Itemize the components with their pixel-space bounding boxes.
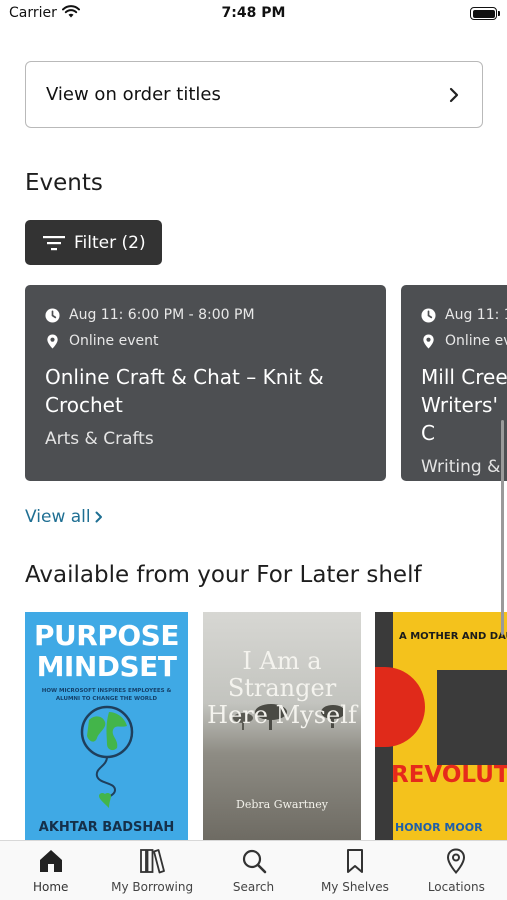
event-card[interactable]: Aug 11: 6:00 PM - 8:00 PM Online event O…	[25, 285, 386, 481]
event-category: Writing &	[421, 457, 501, 477]
book-cover-our-revolution[interactable]: A MOTHER AND DAUG AT MIDCENTURY REVOLUTI…	[375, 612, 507, 840]
location-pin-icon	[447, 848, 466, 874]
location-pin-icon	[423, 333, 434, 349]
book-author: AKHTAR BADSHAH	[38, 820, 175, 835]
filter-label: Filter (2)	[74, 232, 146, 253]
view-all-events-link[interactable]: View all	[25, 507, 103, 527]
book-subtitle: HOW MICROSOFT INSPIRES EMPLOYEES & ALUMN…	[41, 688, 172, 702]
status-time: 7:48 PM	[221, 5, 286, 21]
tab-label: Locations	[427, 880, 485, 894]
view-on-order-label: View on order titles	[46, 84, 221, 105]
globe-illustration-icon	[80, 705, 134, 808]
location-pin-icon	[47, 333, 58, 349]
event-time: Aug 11: 1	[445, 307, 507, 323]
event-time-row: Aug 11: 6:00 PM - 8:00 PM	[45, 305, 366, 325]
clock-icon	[421, 307, 436, 323]
book-cover-purpose-mindset[interactable]: PURPOSE MINDSET HOW MICROSOFT INSPIRES E…	[25, 612, 188, 840]
event-location-row: Online event	[45, 331, 366, 351]
event-title: Mill Cree Writers' C	[421, 365, 507, 445]
filter-icon	[43, 235, 65, 250]
tab-home[interactable]: Home	[0, 841, 101, 900]
event-category: Arts & Crafts	[45, 429, 154, 449]
book-author: Debra Gwartney	[236, 798, 328, 811]
red-shape	[375, 667, 425, 747]
events-heading: Events	[25, 170, 103, 196]
tab-label: Home	[32, 880, 69, 894]
tab-label: Search	[232, 880, 275, 894]
event-location: Online ev	[445, 333, 507, 349]
book-title: I Am a Stranger Here Myself	[207, 647, 357, 729]
filter-button[interactable]: Filter (2)	[25, 220, 162, 265]
search-icon	[242, 849, 266, 874]
event-card[interactable]: Aug 11: 1 Online ev Mill Cree Writers' C…	[401, 285, 507, 481]
book-tagline: A MOTHER AND DAUG AT MIDCENTURY	[399, 631, 507, 642]
tab-my-shelves[interactable]: My Shelves	[304, 841, 405, 900]
books-icon	[140, 849, 166, 874]
events-carousel[interactable]: Aug 11: 6:00 PM - 8:00 PM Online event O…	[25, 285, 507, 481]
bottom-tab-bar: Home My Borrowing Search My Shelves Loca…	[0, 840, 507, 900]
photo-panel	[437, 670, 507, 765]
tab-my-borrowing[interactable]: My Borrowing	[101, 841, 202, 900]
event-title: Online Craft & Chat – Knit & Crochet	[45, 365, 324, 417]
book-title: REVOLUTI	[391, 762, 507, 788]
clock-icon	[45, 307, 60, 323]
tab-label: My Shelves	[320, 880, 389, 894]
tab-search[interactable]: Search	[203, 841, 304, 900]
chevron-right-icon	[449, 87, 459, 102]
for-later-books-carousel[interactable]: PURPOSE MINDSET HOW MICROSOFT INSPIRES E…	[25, 612, 507, 840]
home-icon	[39, 850, 62, 872]
for-later-shelf-heading: Available from your For Later shelf	[25, 562, 422, 588]
scroll-indicator[interactable]	[501, 420, 504, 635]
book-cover-i-am-a-stranger-here-myself[interactable]: I Am a Stranger Here Myself Debra Gwartn…	[203, 612, 361, 840]
event-time-row: Aug 11: 1	[421, 305, 507, 325]
view-on-order-titles-button[interactable]: View on order titles	[25, 61, 483, 128]
chevron-right-icon	[95, 511, 102, 523]
status-bar: Carrier 7:48 PM	[0, 0, 507, 30]
book-author: HONOR MOOR	[395, 821, 483, 834]
view-all-label: View all	[25, 507, 91, 527]
event-time: Aug 11: 6:00 PM - 8:00 PM	[69, 307, 255, 323]
bookmark-icon	[346, 849, 363, 873]
tab-locations[interactable]: Locations	[406, 841, 507, 900]
tab-label: My Borrowing	[111, 880, 194, 894]
event-location-row: Online ev	[421, 331, 507, 351]
event-location: Online event	[69, 333, 159, 349]
battery-icon	[470, 7, 500, 20]
book-title: PURPOSE MINDSET	[34, 619, 179, 683]
